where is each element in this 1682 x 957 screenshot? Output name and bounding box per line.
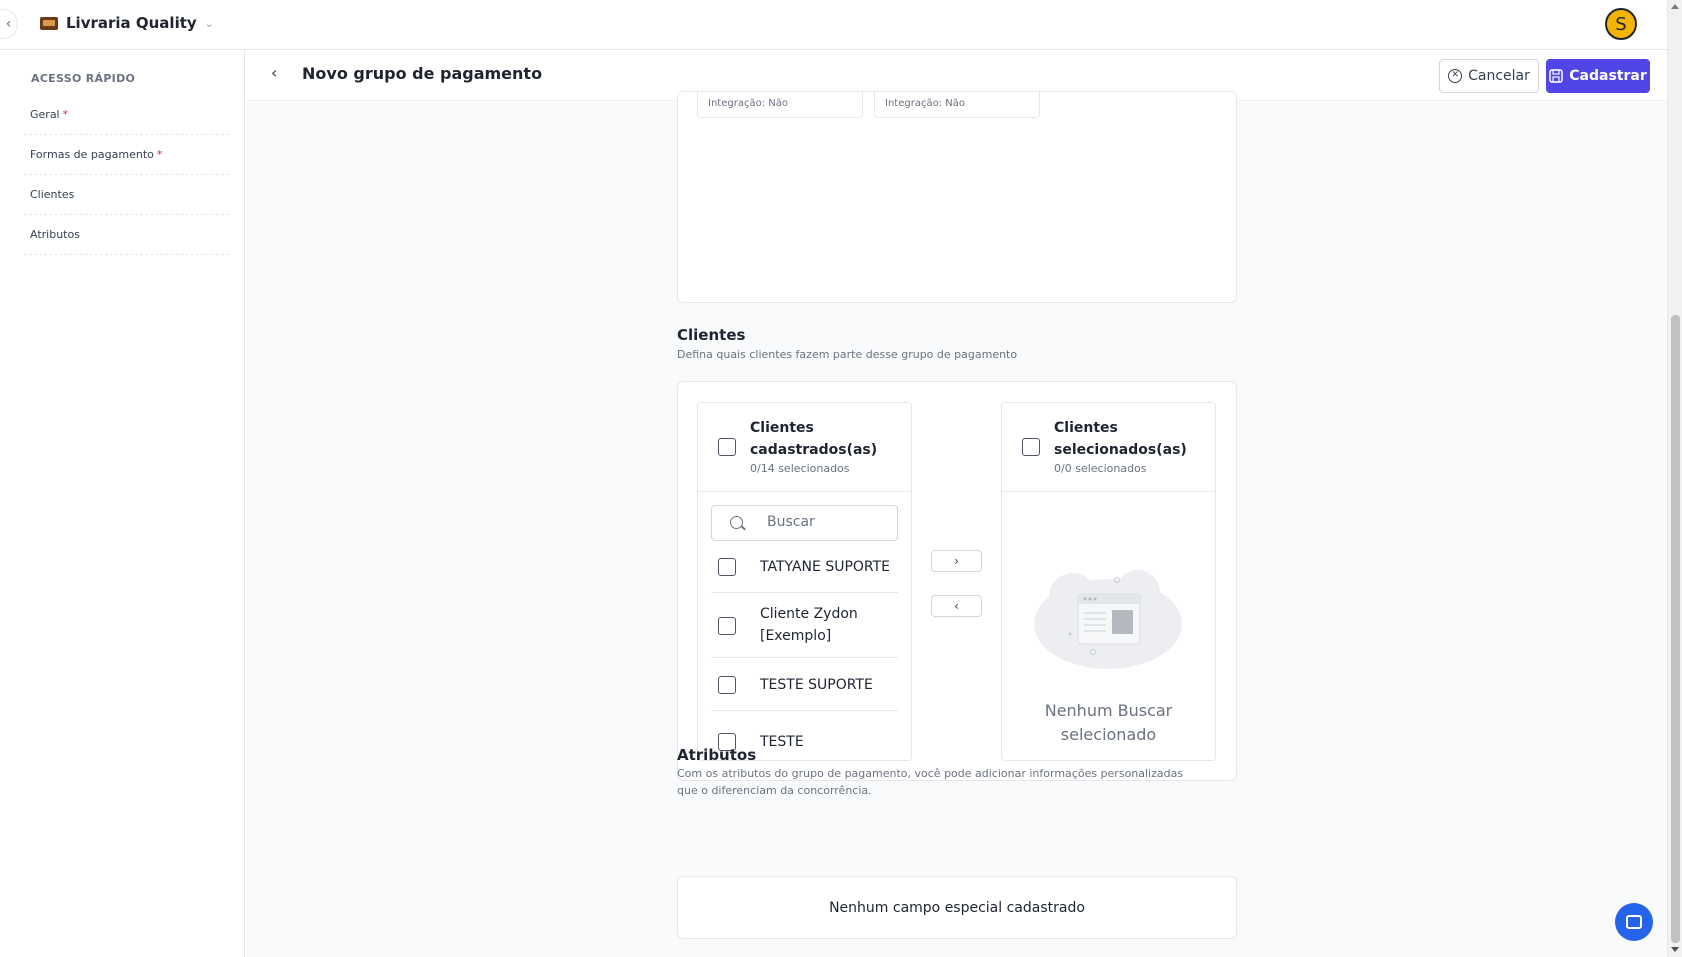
search-icon [730, 516, 743, 529]
store-switcher[interactable]: Livraria Quality ⌄ [40, 14, 214, 32]
selected-clients-header: Clientes selecionados(as) 0/0 selecionad… [1002, 403, 1215, 492]
scroll-up-icon[interactable] [1671, 4, 1679, 9]
payment-method-tile[interactable]: Integração: Não [697, 92, 863, 118]
attributes-section-subtitle: Com os atributos do grupo de pagamento, … [677, 767, 1184, 797]
client-checkbox[interactable] [718, 617, 736, 635]
move-left-button[interactable]: ‹ [931, 595, 982, 617]
client-name: TESTE [760, 734, 804, 750]
sidebar-item-clientes[interactable]: Clientes [24, 175, 229, 215]
page-title: Novo grupo de pagamento [302, 64, 543, 83]
sidebar-list: Geral * Formas de pagamento * Clientes A… [24, 95, 229, 255]
client-name: Cliente Zydon [Exemplo] [760, 606, 858, 644]
client-checkbox[interactable] [718, 676, 736, 694]
clients-section-subtitle: Defina quais clientes fazem parte desse … [677, 348, 1018, 361]
attributes-section-title: Atributos [677, 746, 757, 764]
client-list-item[interactable]: TATYANE SUPORTE [711, 541, 898, 593]
client-search[interactable] [711, 505, 898, 541]
integration-status: Integração: Não [708, 98, 788, 109]
chevron-right-icon: › [954, 554, 959, 568]
main-content: Integração: Não Integração: Não Clientes… [246, 91, 1667, 957]
client-name: TESTE SUPORTE [760, 677, 873, 693]
client-search-input[interactable] [767, 514, 887, 530]
client-list-item[interactable]: Cliente Zydon [Exemplo] [711, 593, 898, 658]
required-marker: * [62, 108, 69, 121]
circle-x-icon: ✕ [1448, 69, 1463, 83]
empty-selection-text: Nenhum Buscar selecionado [1044, 701, 1173, 744]
scroll-thumb[interactable] [1671, 315, 1680, 943]
clients-section-title: Clientes [677, 326, 746, 344]
payment-methods-card: Integração: Não Integração: Não [677, 91, 1237, 303]
chevron-left-icon: ‹ [954, 599, 959, 613]
available-clients-count: 0/14 selecionados [750, 462, 850, 475]
selected-clients-count: 0/0 selecionados [1054, 462, 1147, 475]
sidebar-title: ACESSO RÁPIDO [31, 72, 136, 85]
integration-status: Integração: Não [885, 98, 965, 109]
store-name: Livraria Quality [66, 14, 197, 32]
chat-icon [1626, 915, 1642, 929]
sidebar-item-formas-de-pagamento[interactable]: Formas de pagamento * [24, 135, 229, 175]
attributes-empty-text: Nenhum campo especial cadastrado [829, 899, 1085, 916]
selected-clients-list: Clientes selecionados(as) 0/0 selecionad… [1001, 402, 1216, 761]
page-scrollbar[interactable] [1667, 0, 1682, 957]
payment-method-tile[interactable]: Integração: Não [874, 92, 1040, 118]
client-checkbox[interactable] [718, 558, 736, 576]
sidebar-item-geral[interactable]: Geral * [24, 95, 229, 135]
select-all-selected-checkbox[interactable] [1022, 438, 1040, 456]
available-clients-title: Clientes cadastrados(as) [750, 420, 878, 458]
client-name: TATYANE SUPORTE [760, 559, 891, 575]
empty-box-icon [1034, 570, 1182, 669]
chat-button[interactable] [1615, 903, 1653, 941]
selected-clients-title: Clientes selecionados(as) [1054, 420, 1187, 458]
submit-label: Cadastrar [1569, 68, 1647, 84]
sidebar-item-label: Geral [30, 108, 60, 121]
cancel-label: Cancelar [1468, 68, 1530, 84]
scroll-down-icon[interactable] [1671, 947, 1679, 952]
user-avatar[interactable]: S [1605, 8, 1637, 40]
required-marker: * [156, 148, 163, 161]
back-button[interactable]: ‹ [271, 63, 277, 82]
cancel-button[interactable]: ✕ Cancelar [1439, 59, 1539, 93]
chevron-updown-icon: ⌄ [204, 16, 214, 30]
clients-transfer-card: Clientes cadastrados(as) 0/14 selecionad… [677, 381, 1237, 781]
available-clients-header: Clientes cadastrados(as) 0/14 selecionad… [698, 403, 911, 492]
client-list-item[interactable]: TESTE SUPORTE [711, 658, 898, 711]
sidebar-item-label: Atributos [30, 228, 80, 241]
sidebar-item-atributos[interactable]: Atributos [24, 215, 229, 255]
attributes-card: Nenhum campo especial cadastrado [677, 876, 1237, 939]
select-all-available-checkbox[interactable] [718, 438, 736, 456]
sidebar-item-label: Clientes [30, 188, 75, 201]
submit-button[interactable]: Cadastrar [1546, 59, 1650, 93]
top-bar: ‹ Livraria Quality ⌄ S [0, 0, 1667, 50]
quick-access-sidebar: ACESSO RÁPIDO Geral * Formas de pagament… [4, 50, 245, 957]
save-icon [1549, 69, 1563, 83]
book-logo-icon [40, 16, 58, 30]
sidebar-collapse-button[interactable]: ‹ [0, 9, 18, 39]
sidebar-item-label: Formas de pagamento [30, 148, 154, 161]
chevron-left-icon: ‹ [5, 16, 12, 32]
move-right-button[interactable]: › [931, 550, 982, 572]
available-clients-list: Clientes cadastrados(as) 0/14 selecionad… [697, 402, 912, 761]
